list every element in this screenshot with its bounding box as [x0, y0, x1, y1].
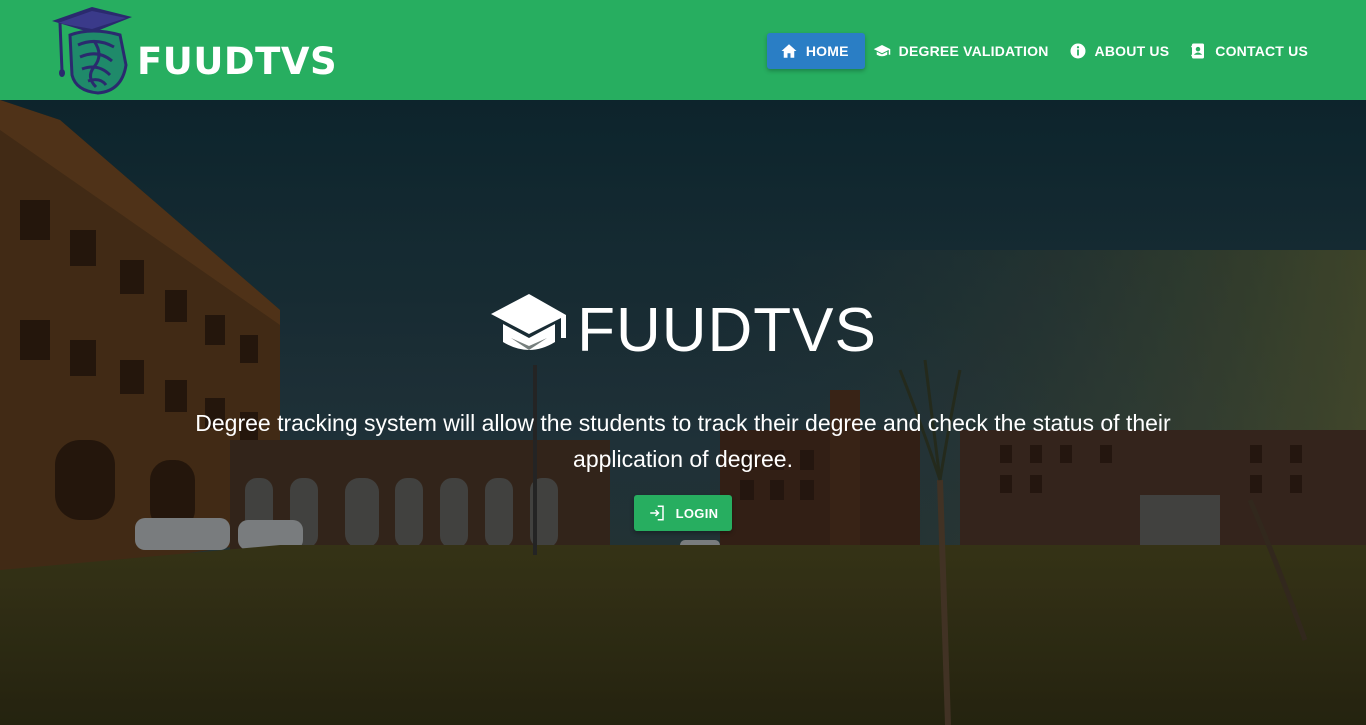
main-nav: HOME DEGREE VALIDATION ABOUT US CONTACT …: [766, 32, 1314, 69]
hero-title-text: FUUDTVS: [577, 296, 877, 365]
nav-degree-validation[interactable]: DEGREE VALIDATION: [867, 33, 1055, 69]
home-icon: [780, 42, 798, 60]
nav-degree-validation-label: DEGREE VALIDATION: [898, 42, 1049, 59]
graduation-cap-logo: [52, 7, 132, 95]
graduation-cap-icon: [491, 294, 567, 350]
hero-section: FUUDTVS Degree tracking system will allo…: [0, 100, 1366, 725]
hero-description: Degree tracking system will allow the st…: [195, 410, 1171, 472]
brand-name: FUUDTVS: [137, 40, 338, 83]
navbar: FUUDTVS HOME DEGREE VALIDATION ABOUT US: [0, 0, 1366, 100]
nav-contact-us-label: CONTACT US: [1215, 42, 1308, 59]
nav-home-label: HOME: [805, 42, 849, 59]
hero-title: FUUDTVS: [0, 294, 1366, 365]
contact-card-icon: [1189, 42, 1207, 60]
login-label: LOGIN: [675, 505, 719, 521]
info-icon: [1069, 42, 1087, 60]
nav-contact-us[interactable]: CONTACT US: [1183, 33, 1314, 69]
nav-about-us-label: ABOUT US: [1094, 42, 1170, 59]
nav-about-us[interactable]: ABOUT US: [1063, 33, 1176, 69]
brand-link[interactable]: FUUDTVS: [48, 5, 348, 95]
nav-home[interactable]: HOME: [766, 32, 865, 69]
login-button[interactable]: LOGIN: [634, 495, 732, 531]
login-icon: [649, 505, 664, 521]
graduation-cap-icon: [873, 42, 891, 60]
